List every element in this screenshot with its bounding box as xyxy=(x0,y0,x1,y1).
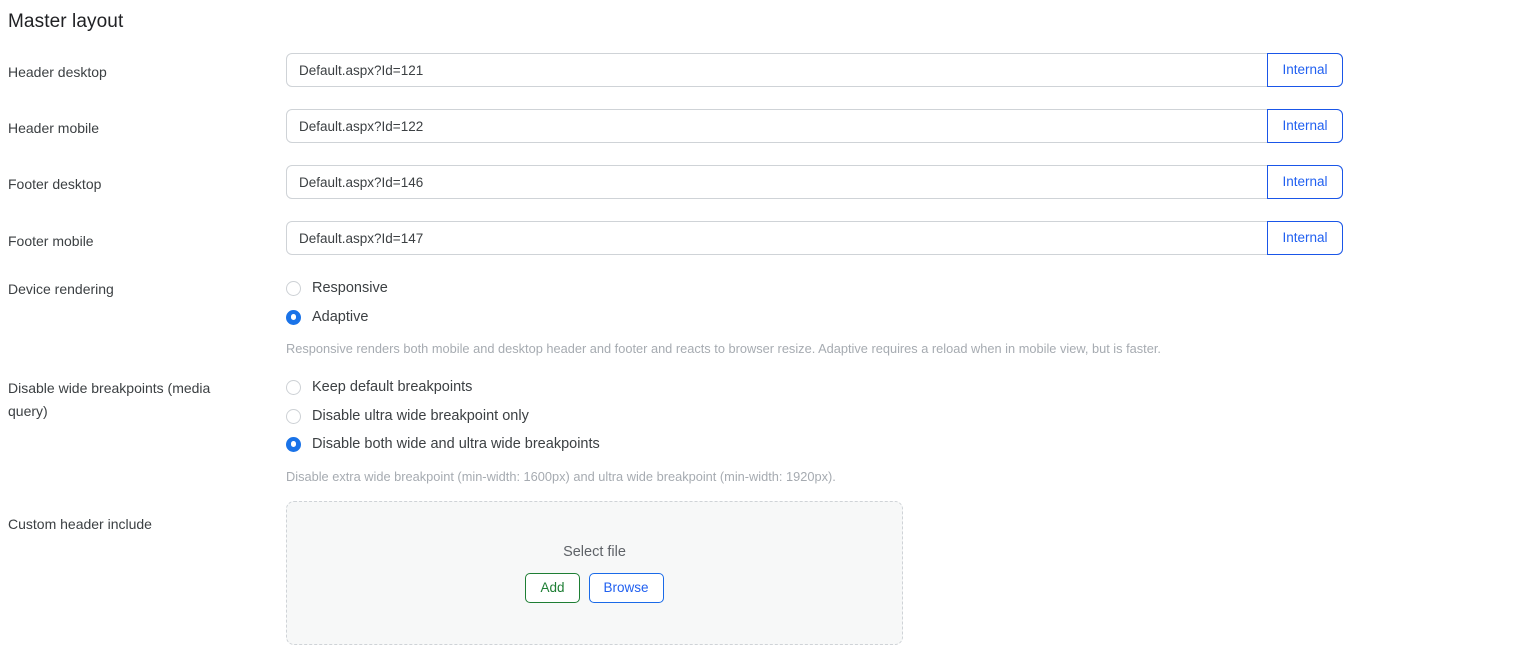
radio-keep-default-breakpoints[interactable]: Keep default breakpoints xyxy=(286,376,472,398)
page-title: Master layout xyxy=(8,11,124,32)
label-custom-header-include: Custom header include xyxy=(8,516,152,532)
label-footer-mobile: Footer mobile xyxy=(8,233,94,249)
row-header-desktop: Internal xyxy=(286,53,1343,87)
radio-label-adaptive: Adaptive xyxy=(312,309,369,325)
hint-breakpoints: Disable extra wide breakpoint (min-width… xyxy=(286,469,836,484)
label-device-rendering: Device rendering xyxy=(8,281,114,297)
row-footer-desktop: Internal xyxy=(286,165,1343,199)
label-disable-wide-breakpoints: Disable wide breakpoints (media query) xyxy=(8,380,211,419)
radio-mark-icon xyxy=(286,280,301,296)
radio-mark-icon xyxy=(286,408,301,424)
radio-label-responsive: Responsive xyxy=(312,280,388,296)
label-header-desktop: Header desktop xyxy=(8,64,107,80)
hint-device-rendering: Responsive renders both mobile and deskt… xyxy=(286,341,1161,356)
label-footer-desktop: Footer desktop xyxy=(8,176,102,192)
radio-label-disable-ultra-wide: Disable ultra wide breakpoint only xyxy=(312,408,529,424)
row-footer-mobile: Internal xyxy=(286,221,1343,255)
footer-desktop-internal-button[interactable]: Internal xyxy=(1267,165,1343,199)
radio-disable-both-wide[interactable]: Disable both wide and ultra wide breakpo… xyxy=(286,433,600,455)
dropzone-select-file-text: Select file xyxy=(563,543,626,560)
radio-disable-ultra-wide-only[interactable]: Disable ultra wide breakpoint only xyxy=(286,405,529,427)
label-header-mobile: Header mobile xyxy=(8,120,100,136)
footer-desktop-input[interactable] xyxy=(286,165,1343,199)
add-file-button[interactable]: Add xyxy=(525,572,580,603)
header-desktop-internal-button[interactable]: Internal xyxy=(1267,53,1343,87)
radio-device-responsive[interactable]: Responsive xyxy=(286,277,388,299)
radio-mark-selected-icon xyxy=(286,309,301,325)
footer-mobile-internal-button[interactable]: Internal xyxy=(1267,221,1343,255)
header-desktop-input[interactable] xyxy=(286,53,1343,87)
dropzone-button-group: Add Browse xyxy=(525,572,664,603)
custom-header-dropzone[interactable]: Select file Add Browse xyxy=(286,501,903,645)
radio-device-adaptive[interactable]: Adaptive xyxy=(286,306,368,328)
radio-label-keep-default: Keep default breakpoints xyxy=(312,379,473,395)
header-mobile-input[interactable] xyxy=(286,109,1343,143)
radio-mark-icon xyxy=(286,379,301,395)
radio-mark-selected-icon xyxy=(286,436,301,452)
footer-mobile-input[interactable] xyxy=(286,221,1343,255)
browse-file-button[interactable]: Browse xyxy=(588,572,664,603)
radio-label-disable-both: Disable both wide and ultra wide breakpo… xyxy=(312,436,600,452)
row-header-mobile: Internal xyxy=(286,109,1343,143)
header-mobile-internal-button[interactable]: Internal xyxy=(1267,109,1343,143)
